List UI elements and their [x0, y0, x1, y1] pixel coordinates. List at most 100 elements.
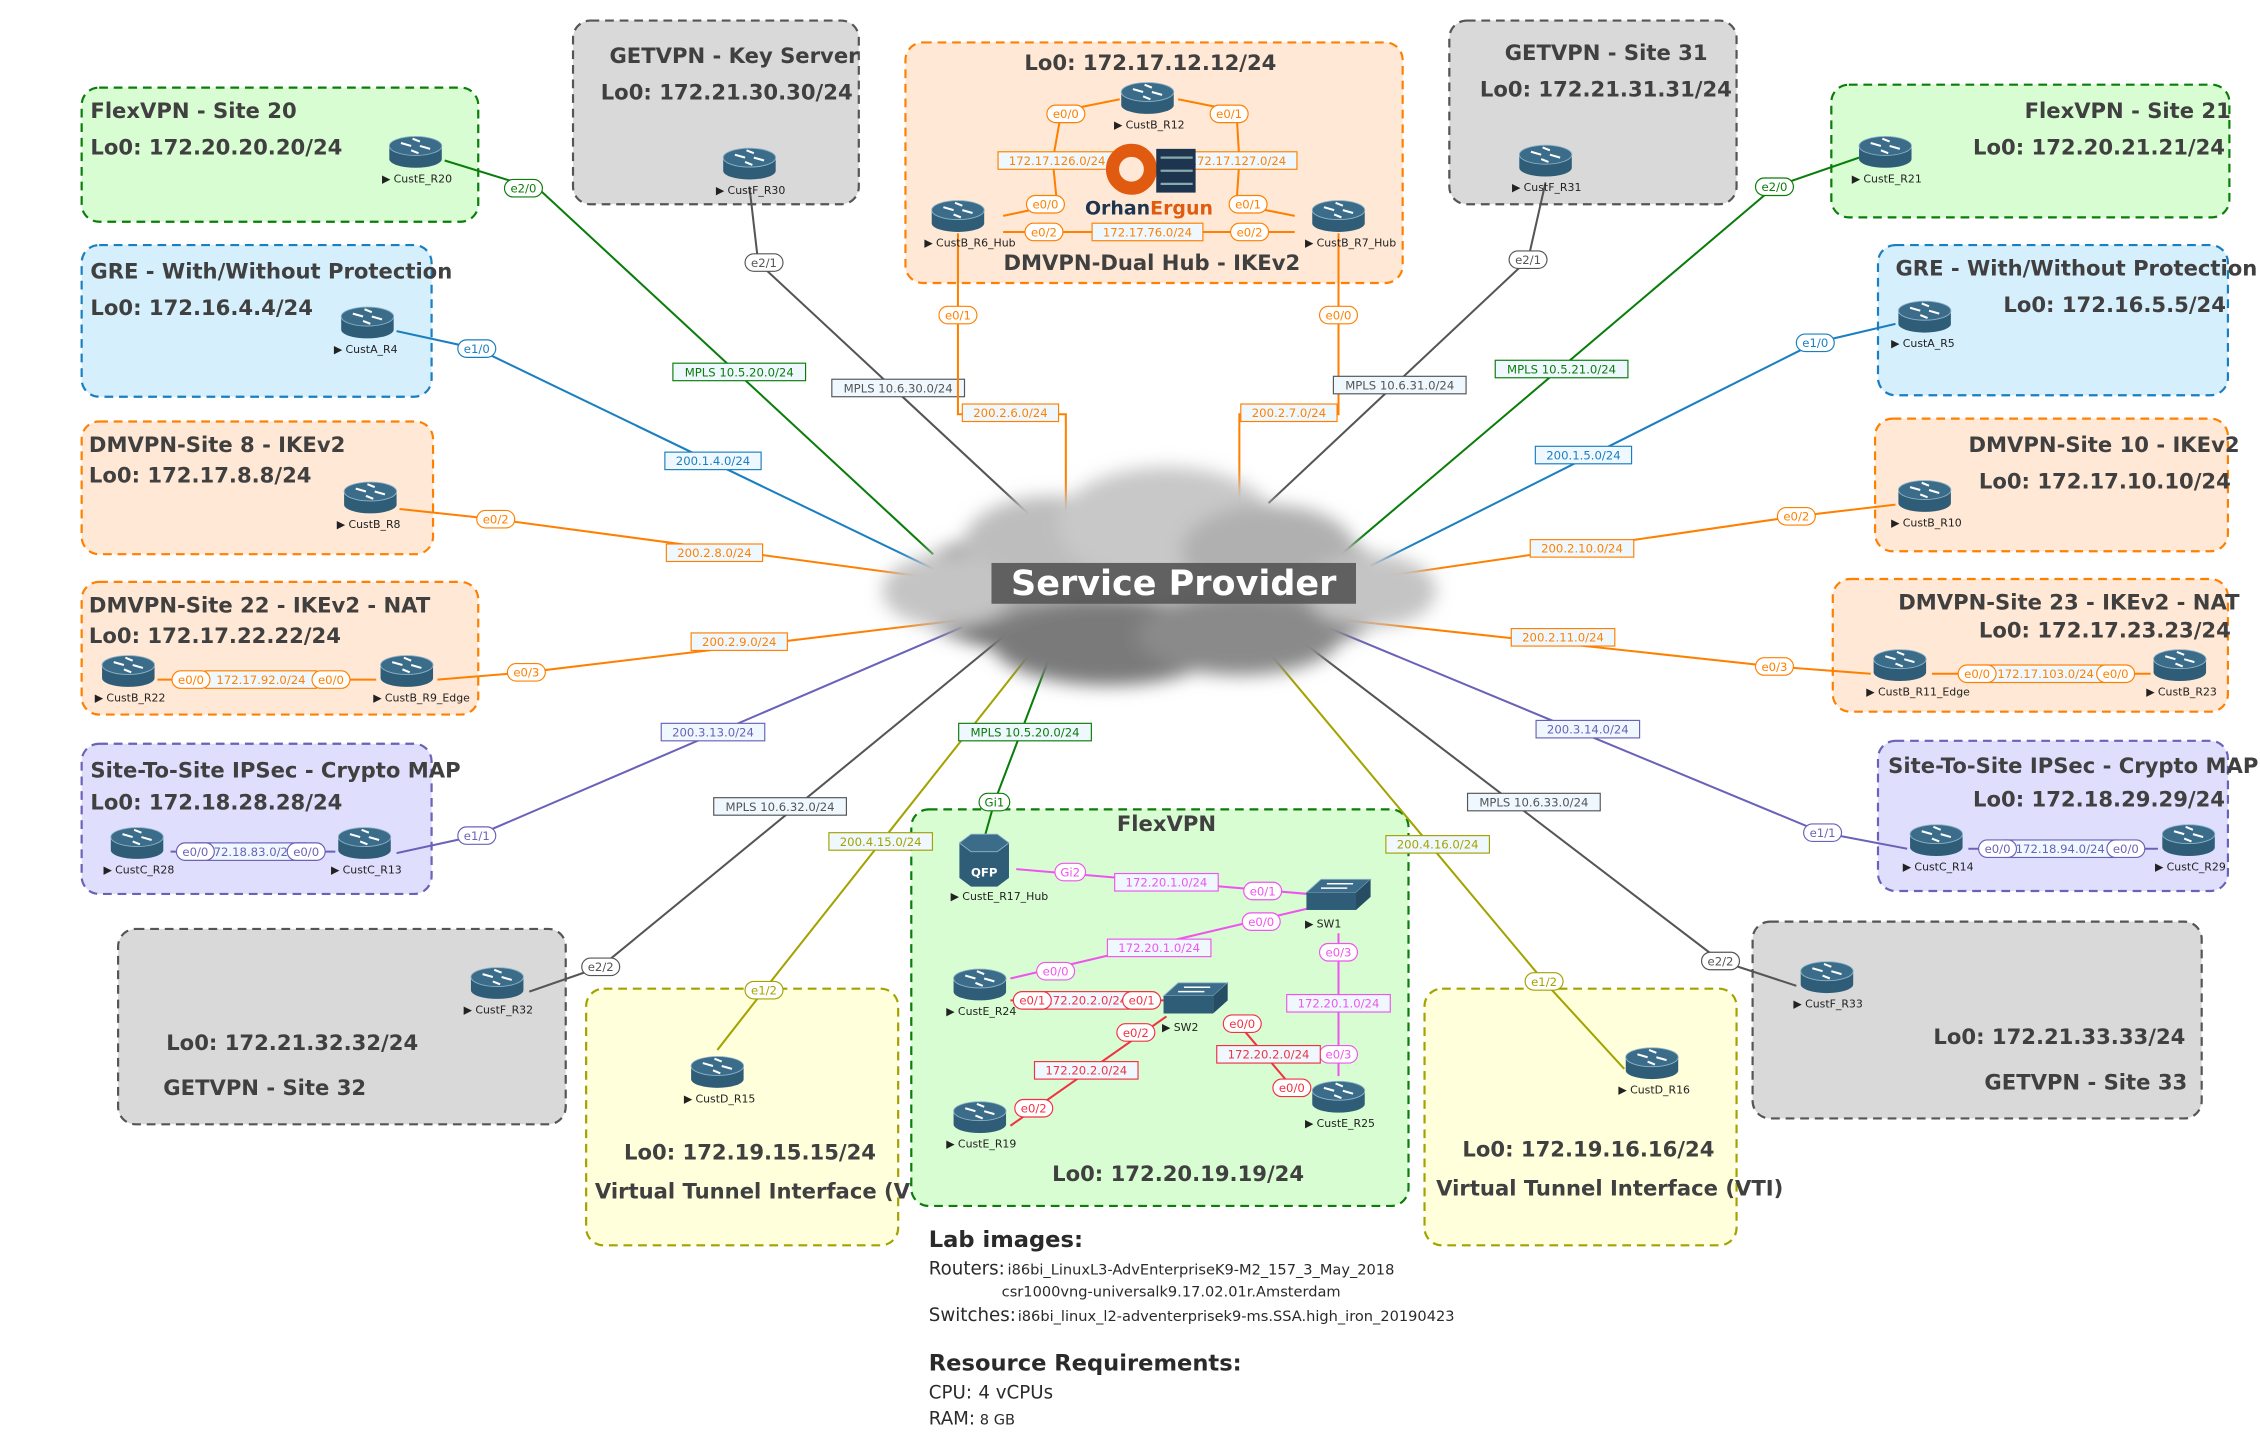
device-label[interactable]: CustC_R28 [115, 864, 174, 877]
play-icon[interactable]: ▶ [946, 1005, 955, 1018]
link-CustC_R14-CustC_R29[interactable]: 172.18.94.0/24 e0/0 e0/0 [1968, 839, 2158, 859]
play-icon[interactable]: ▶ [1891, 516, 1900, 529]
play-icon[interactable]: ▶ [1305, 917, 1314, 930]
play-icon[interactable]: ▶ [95, 691, 104, 704]
play-icon[interactable]: ▶ [1793, 998, 1802, 1011]
device-label[interactable]: CustF_R33 [1805, 998, 1863, 1011]
device-label[interactable]: CustB_R9_Edge [385, 691, 470, 704]
device-label[interactable]: CustF_R32 [475, 1003, 533, 1016]
router-icon[interactable] [722, 147, 777, 180]
device-label[interactable]: CustF_R31 [1524, 181, 1582, 194]
router-icon[interactable] [1311, 200, 1366, 232]
play-icon[interactable]: ▶ [337, 518, 346, 531]
link-CustC_R28-CustC_R13[interactable]: 172.18.83.0/24e0/0 e0/0 [170, 842, 336, 861]
router-icon[interactable] [1800, 961, 1854, 994]
router-icon[interactable] [953, 1101, 1007, 1134]
link-CustE_R24-SW2[interactable]: 172.20.2.0/24e0/1 e0/1 [1010, 991, 1164, 1010]
device-label[interactable]: CustE_R21 [1863, 172, 1921, 185]
device-label[interactable]: SW1 [1317, 917, 1342, 930]
uplink-line[interactable] [1385, 503, 1896, 578]
device-label[interactable]: CustD_R16 [1630, 1084, 1690, 1097]
play-icon[interactable]: ▶ [1305, 237, 1314, 250]
device-label[interactable]: CustF_R30 [728, 184, 786, 197]
uplink-line[interactable] [396, 330, 934, 570]
play-icon[interactable]: ▶ [1852, 172, 1861, 185]
router-icon[interactable] [110, 827, 164, 859]
device-label[interactable]: CustE_R17_Hub [962, 890, 1048, 903]
play-icon[interactable]: ▶ [716, 184, 725, 197]
uplink-CustC_R14[interactable]: 200.3.14.0/24 e1/1 [1326, 626, 1908, 850]
device-label[interactable]: CustC_R14 [1914, 861, 1973, 874]
play-icon[interactable]: ▶ [1512, 181, 1521, 194]
play-icon[interactable]: ▶ [373, 691, 382, 704]
device-label[interactable]: CustB_R23 [2158, 686, 2217, 699]
router-icon[interactable] [1858, 136, 1912, 168]
router-icon[interactable] [337, 827, 392, 859]
router-icon[interactable] [388, 136, 443, 168]
device-label[interactable]: CustC_R29 [2167, 861, 2226, 874]
play-icon[interactable]: ▶ [1891, 337, 1900, 350]
play-icon[interactable]: ▶ [1305, 1117, 1314, 1130]
router-icon[interactable] [343, 481, 398, 514]
device-label[interactable]: SW2 [1174, 1021, 1199, 1034]
uplink-CustB_R10[interactable]: 200.2.10.0/24 e0/2 [1385, 503, 1896, 578]
play-icon[interactable]: ▶ [1114, 118, 1123, 131]
play-icon[interactable]: ▶ [104, 864, 113, 877]
router-icon[interactable] [1909, 824, 1963, 857]
switch-icon[interactable] [1305, 878, 1372, 910]
play-icon[interactable]: ▶ [924, 237, 933, 250]
router-icon[interactable] [1311, 1080, 1366, 1113]
play-icon[interactable]: ▶ [2146, 686, 2155, 699]
uplink-CustA_R4[interactable]: 200.1.4.0/24 e1/0 [396, 330, 934, 570]
router-icon[interactable] [931, 200, 985, 232]
device-label[interactable]: CustB_R6_Hub [936, 237, 1016, 250]
uplink-line[interactable] [1370, 322, 1896, 567]
router-icon[interactable] [380, 655, 434, 687]
router-icon[interactable] [101, 655, 155, 687]
device-label[interactable]: CustC_R13 [343, 864, 402, 877]
play-icon[interactable]: ▶ [684, 1092, 693, 1105]
play-icon[interactable]: ▶ [331, 864, 340, 877]
device-label[interactable]: CustA_R5 [1903, 337, 1955, 350]
router-icon[interactable] [1897, 480, 1952, 512]
device-label[interactable]: CustE_R25 [1317, 1117, 1375, 1130]
play-icon[interactable]: ▶ [464, 1003, 473, 1016]
router-icon[interactable] [470, 967, 524, 999]
router-icon[interactable] [2161, 824, 2216, 857]
play-icon[interactable]: ▶ [1618, 1084, 1627, 1097]
link-CustB_R11_Edge-CustB_R23[interactable]: 172.17.103.0/24 e0/0 e0/0 [1931, 664, 2151, 684]
router-icon[interactable] [1120, 82, 1175, 114]
device-label[interactable]: CustE_R19 [958, 1138, 1016, 1151]
router-icon[interactable] [690, 1056, 745, 1088]
device-label[interactable]: CustB_R7_Hub [1317, 237, 1397, 250]
device-label[interactable]: CustB_R10 [1903, 516, 1962, 529]
play-icon[interactable]: ▶ [382, 172, 391, 185]
service-provider-cloud[interactable]: Service Provider [882, 466, 1437, 686]
device-label[interactable]: CustE_R24 [958, 1005, 1016, 1018]
play-icon[interactable]: ▶ [1162, 1021, 1171, 1034]
play-icon[interactable]: ▶ [1866, 686, 1875, 699]
router-icon[interactable] [340, 306, 395, 339]
router-icon[interactable] [1873, 649, 1927, 682]
play-icon[interactable]: ▶ [946, 1138, 955, 1151]
play-icon[interactable]: ▶ [2155, 861, 2164, 874]
device-label[interactable]: CustE_R20 [394, 172, 452, 185]
uplink-line[interactable] [1340, 156, 1860, 555]
uplink-CustE_R21[interactable]: MPLS 10.5.21.0/24 e2/0 [1340, 156, 1860, 555]
router-icon[interactable] [953, 968, 1007, 1001]
switch-icon[interactable] [1162, 982, 1229, 1014]
play-icon[interactable]: ▶ [951, 890, 960, 903]
uplink-CustB_R9_Edge[interactable]: 200.2.9.0/24 e0/3 [437, 618, 963, 682]
link-CustB_R6_Hub-CustB_R7_Hub[interactable]: 172.17.76.0/24 e0/2 e0/2 [1003, 222, 1295, 242]
device-label[interactable]: CustB_R22 [106, 691, 165, 704]
router-icon[interactable] [1625, 1047, 1679, 1080]
device-label[interactable]: CustA_R4 [346, 343, 398, 356]
device-label[interactable]: CustB_R11_Edge [1878, 686, 1970, 699]
link-CustB_R22-CustB_R9_Edge[interactable]: 172.17.92.0/24 e0/0 e0/0 [157, 670, 377, 689]
uplink-CustA_R5[interactable]: 200.1.5.0/24 e1/0 [1370, 322, 1896, 567]
uplink-CustB_R8[interactable]: 200.2.8.0/24 e0/2 [399, 507, 919, 578]
router-icon[interactable] [1518, 144, 1573, 177]
qfp-router-icon[interactable]: QFP [958, 833, 1010, 887]
device-label[interactable]: CustB_R8 [348, 518, 400, 531]
play-icon[interactable]: ▶ [334, 343, 343, 356]
